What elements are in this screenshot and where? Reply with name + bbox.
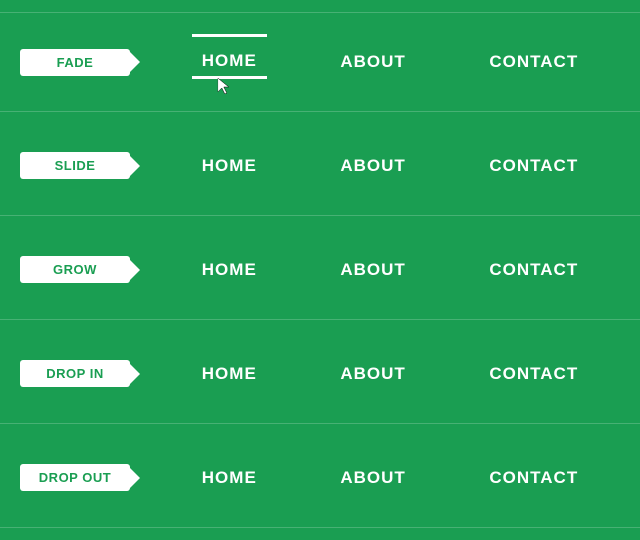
- label-tag-grow[interactable]: GROW: [20, 256, 130, 283]
- label-tag-fade[interactable]: FADE: [20, 49, 130, 76]
- nav-item-about-row-2[interactable]: ABOUT: [330, 255, 415, 285]
- nav-item-contact-row-1[interactable]: CONTACT: [479, 151, 588, 181]
- nav-item-home-row-2[interactable]: HOME: [192, 255, 267, 285]
- nav-item-home-row-3[interactable]: HOME: [192, 359, 267, 389]
- nav-items-row-4: HOME ABOUT CONTACT: [160, 463, 620, 493]
- nav-row-drop-in: DROP IN HOME ABOUT CONTACT: [0, 324, 640, 424]
- nav-item-contact-row-3[interactable]: CONTACT: [479, 359, 588, 389]
- nav-item-contact-row-0[interactable]: CONTACT: [479, 47, 588, 77]
- nav-items-row-2: HOME ABOUT CONTACT: [160, 255, 620, 285]
- nav-row-grow: GROW HOME ABOUT CONTACT: [0, 220, 640, 320]
- nav-items-row-0: HOME ABOUT CONTACT: [160, 46, 620, 79]
- label-tag-drop-in[interactable]: DROP IN: [20, 360, 130, 387]
- nav-item-about-row-3[interactable]: ABOUT: [330, 359, 415, 389]
- nav-row-fade: FADE HOME ABOUT CONTACT: [0, 12, 640, 112]
- nav-item-contact-row-2[interactable]: CONTACT: [479, 255, 588, 285]
- cursor-icon: [218, 78, 232, 92]
- nav-row-drop-out: DROP OUT HOME ABOUT CONTACT: [0, 428, 640, 528]
- nav-item-contact-row-4[interactable]: CONTACT: [479, 463, 588, 493]
- nav-item-home-row-4[interactable]: HOME: [192, 463, 267, 493]
- nav-item-home-row-1[interactable]: HOME: [192, 151, 267, 181]
- label-tag-slide[interactable]: SLIDE: [20, 152, 130, 179]
- nav-item-home-row-0[interactable]: HOME: [192, 46, 267, 79]
- nav-items-row-3: HOME ABOUT CONTACT: [160, 359, 620, 389]
- nav-item-about-row-0[interactable]: ABOUT: [330, 47, 415, 77]
- nav-row-slide: SLIDE HOME ABOUT CONTACT: [0, 116, 640, 216]
- nav-item-about-row-1[interactable]: ABOUT: [330, 151, 415, 181]
- label-tag-drop-out[interactable]: DROP OUT: [20, 464, 130, 491]
- main-container: FADE HOME ABOUT CONTACT SLIDE HOME ABOUT CONTA…: [0, 0, 640, 540]
- nav-items-row-1: HOME ABOUT CONTACT: [160, 151, 620, 181]
- nav-item-about-row-4[interactable]: ABOUT: [330, 463, 415, 493]
